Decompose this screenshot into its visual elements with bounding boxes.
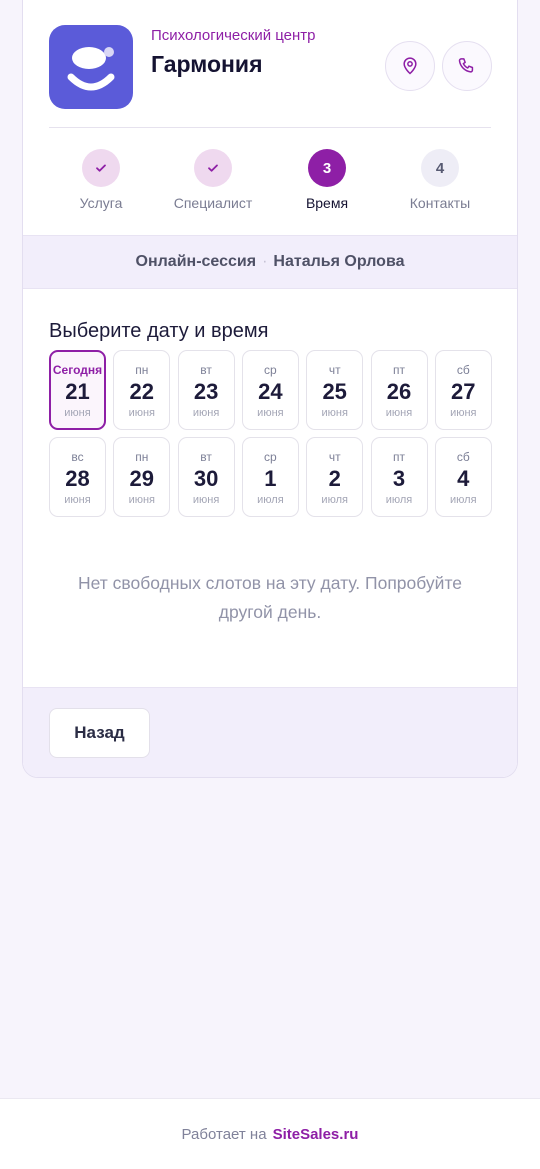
date-day-number: 3 — [392, 466, 406, 491]
date-day-number: 1 — [264, 466, 277, 491]
date-weekday: сб — [456, 450, 470, 464]
date-month: июня — [64, 407, 91, 419]
card-footer: Назад — [23, 687, 517, 777]
sitesales-link[interactable]: SiteSales.ru — [273, 1126, 359, 1143]
date-option[interactable]: вт 30 июня — [177, 437, 235, 517]
booking-card: Психологический центр Гармония Услуга Сп… — [22, 0, 518, 778]
date-weekday: пт — [393, 363, 405, 377]
date-weekday: чт — [328, 363, 341, 377]
date-option[interactable]: пт 26 июня — [370, 350, 428, 430]
date-weekday: пн — [135, 363, 149, 377]
booking-summary: Онлайн-сессия · Наталья Орлова — [23, 235, 517, 289]
step-contacts: 4 Контакты — [390, 149, 490, 211]
check-icon — [96, 164, 106, 172]
section-title: Выберите дату и время — [49, 320, 269, 342]
step-label: Время — [305, 195, 349, 211]
date-weekday: чт — [328, 450, 341, 464]
company-title: Гармония — [151, 51, 263, 77]
date-weekday: ср — [264, 450, 277, 464]
date-month: июня — [192, 494, 220, 506]
date-month: июля — [257, 494, 284, 506]
step-specialist[interactable]: Специалист — [163, 149, 263, 211]
map-pin-icon — [403, 57, 417, 75]
check-icon — [208, 164, 218, 172]
date-month: июня — [321, 407, 348, 419]
step-label: Контакты — [409, 195, 471, 211]
date-day-number: 25 — [322, 379, 347, 404]
summary-specialist: Наталья Орлова — [273, 253, 405, 270]
phone-button[interactable] — [442, 41, 492, 91]
page-footer: Работает на SiteSales.ru — [0, 1098, 540, 1169]
smiley-logo-icon — [67, 47, 115, 91]
date-option[interactable]: чт 2 июля — [306, 437, 364, 517]
logo — [49, 25, 133, 109]
step-number: 3 — [308, 149, 346, 187]
date-option[interactable]: сб 4 июля — [434, 437, 492, 517]
date-month: июня — [128, 494, 156, 506]
date-month: июля — [385, 494, 413, 506]
date-day-number: 2 — [328, 466, 341, 491]
step-done-marker — [82, 149, 120, 187]
step-time: 3 Время — [277, 149, 377, 211]
date-weekday: вс — [71, 450, 84, 464]
date-option[interactable]: пн 22 июня — [113, 350, 171, 430]
summary-separator: · — [262, 253, 268, 270]
powered-by-label: Работает на — [181, 1125, 267, 1143]
date-weekday: Сегодня — [52, 363, 103, 377]
header-divider — [49, 127, 491, 128]
phone-icon — [458, 58, 474, 73]
date-option[interactable]: ср 1 июля — [241, 437, 299, 517]
date-option[interactable]: пт 3 июля — [370, 437, 428, 517]
header: Психологический центр Гармония Услуга Сп… — [23, 0, 517, 235]
step-number: 4 — [421, 149, 459, 187]
date-day-number: 28 — [65, 466, 90, 491]
empty-slots-message: Нет свободных слотов на эту дату. Попроб… — [78, 573, 462, 622]
date-option[interactable]: пн 29 июня — [113, 437, 171, 517]
date-day-number: 22 — [129, 379, 155, 404]
date-day-number: 29 — [129, 466, 155, 491]
date-option[interactable]: сб 27 июня — [434, 350, 492, 430]
step-label: Услуга — [79, 195, 123, 211]
date-option[interactable]: вт 23 июня — [177, 350, 235, 430]
date-weekday: вт — [200, 363, 212, 377]
date-option[interactable]: вс 28 июня — [49, 437, 106, 517]
date-day-number: 4 — [457, 466, 470, 491]
company-subtitle: Психологический центр — [151, 27, 316, 44]
date-weekday: пт — [393, 450, 405, 464]
date-day-number: 30 — [193, 466, 219, 491]
step-done-marker — [194, 149, 232, 187]
date-month: июля — [450, 494, 477, 506]
date-month: июня — [257, 407, 284, 419]
date-option-selected[interactable]: Сегодня 21 июня — [49, 350, 106, 430]
date-month: июня — [64, 494, 91, 506]
date-month: июня — [128, 407, 156, 419]
date-month: июня — [192, 407, 220, 419]
step-label: Специалист — [173, 195, 253, 211]
date-month: июля — [321, 494, 348, 506]
back-button[interactable]: Назад — [49, 708, 150, 758]
step-service[interactable]: Услуга — [51, 149, 151, 211]
date-day-number: 24 — [258, 379, 283, 404]
date-weekday: пн — [135, 450, 149, 464]
summary-service: Онлайн-сессия — [135, 253, 257, 270]
date-day-number: 26 — [386, 379, 412, 404]
date-weekday: вт — [200, 450, 212, 464]
date-weekday: сб — [456, 363, 470, 377]
date-option[interactable]: чт 25 июня — [306, 350, 364, 430]
date-day-number: 27 — [451, 379, 476, 404]
date-weekday: ср — [264, 363, 277, 377]
location-button[interactable] — [385, 41, 435, 91]
date-month: июня — [450, 407, 477, 419]
date-option[interactable]: ср 24 июня — [241, 350, 299, 430]
date-month: июня — [385, 407, 413, 419]
date-day-number: 23 — [193, 379, 219, 404]
date-day-number: 21 — [65, 379, 90, 404]
